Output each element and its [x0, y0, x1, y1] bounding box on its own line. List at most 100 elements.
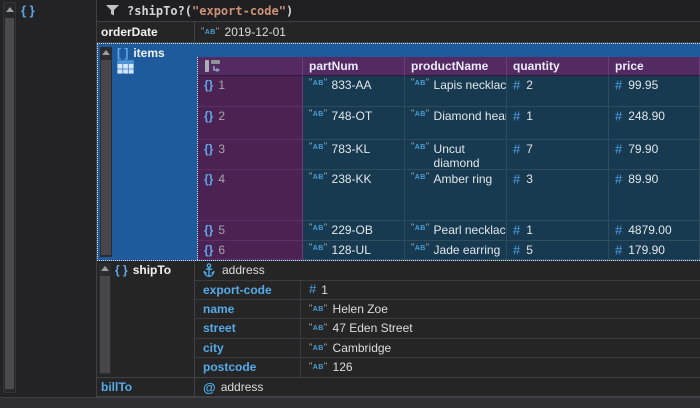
key-cell-billTo[interactable]: billTo [97, 378, 195, 396]
collapse-arrow-icon[interactable] [6, 7, 14, 12]
scrollbar-thumb[interactable] [100, 276, 110, 373]
cell-price[interactable]: #179.90 [609, 241, 700, 260]
field-value[interactable]: AB126 [301, 358, 700, 377]
string-type-icon: AB [411, 222, 430, 232]
number-type-icon: # [513, 142, 520, 157]
filter-bar[interactable]: ?shipTo?("export-code") [97, 0, 700, 22]
column-header-quantity[interactable]: quantity [507, 57, 609, 76]
row-items-selected[interactable]: [ ]items partNum productName qu [97, 43, 700, 261]
collapse-arrow-icon[interactable] [102, 50, 110, 55]
field-value[interactable]: AB47 Eden Street [301, 319, 700, 337]
object-brace-icon: {} [204, 223, 213, 237]
cell-price[interactable]: #99.95 [609, 76, 700, 107]
cell-price[interactable]: #248.90 [609, 107, 700, 140]
collapse-arrow-icon[interactable] [101, 266, 109, 271]
string-type-icon: AB [309, 322, 328, 332]
key-cell-orderDate[interactable]: orderDate [97, 22, 195, 42]
shipTo-collapse-bar[interactable] [99, 263, 111, 375]
cell-quantity[interactable]: #5 [507, 241, 609, 260]
cell-quantity[interactable]: #3 [507, 170, 609, 221]
filter-suffix: ) [286, 4, 293, 18]
filter-string-arg: "export-code" [192, 4, 286, 18]
cell-value: 5 [526, 243, 533, 257]
field-row-city[interactable]: city ABCambridge [195, 339, 700, 358]
field-value[interactable]: ABCambridge [301, 339, 700, 357]
field-key[interactable]: postcode [195, 358, 301, 377]
field-row-postcode[interactable]: postcode AB126 [195, 358, 700, 377]
cell-value: 783-KL [332, 142, 371, 156]
cell-productName[interactable]: ABPearl necklace [405, 221, 507, 241]
object-brace-icon: {} [204, 172, 213, 186]
cell-partNum[interactable]: AB748-OT [303, 107, 405, 140]
field-key[interactable]: name [195, 300, 301, 318]
scrollbar-thumb[interactable] [5, 18, 14, 389]
row-index[interactable]: {}4 [198, 170, 303, 221]
row-index[interactable]: {}1 [198, 76, 303, 107]
column-header-partNum[interactable]: partNum [303, 57, 405, 76]
scrollbar-thumb[interactable] [101, 60, 111, 255]
field-row-street[interactable]: street AB47 Eden Street [195, 319, 700, 338]
column-header-productName[interactable]: productName [405, 57, 507, 76]
key-cell-shipTo[interactable]: { }shipTo [97, 261, 195, 377]
cell-value: 1 [526, 109, 533, 123]
number-type-icon: # [615, 142, 622, 157]
root-collapse-bar[interactable] [3, 2, 16, 393]
horizontal-scrollbar[interactable] [0, 397, 700, 408]
cell-quantity[interactable]: #1 [507, 107, 609, 140]
items-table: partNum productName quantity price {}1 A… [197, 57, 700, 260]
cell-partNum[interactable]: AB128-UL [303, 241, 405, 260]
row-billTo[interactable]: billTo @ address [97, 378, 700, 397]
items-collapse-bar[interactable] [100, 47, 112, 257]
row-orderDate[interactable]: orderDate AB 2019-12-01 [97, 22, 700, 43]
number-type-icon: # [513, 78, 520, 93]
cell-value: 4879.00 [628, 223, 671, 237]
row-index[interactable]: {}2 [198, 107, 303, 140]
reference-at-icon: @ [203, 380, 216, 395]
field-value[interactable]: ABHelen Zoe [301, 300, 700, 318]
object-brace-icon: { } [115, 263, 128, 277]
cell-price[interactable]: #4879.00 [609, 221, 700, 241]
key-label: items [133, 46, 164, 60]
cell-productName[interactable]: ABAmber ring [405, 170, 507, 221]
row-index[interactable]: {}5 [198, 221, 303, 241]
cell-productName[interactable]: ABUncut diamond [405, 140, 507, 170]
value-cell-billTo[interactable]: @ address [195, 378, 700, 396]
row-shipTo[interactable]: { }shipTo address export-cod [97, 261, 700, 378]
cell-price[interactable]: #79.90 [609, 140, 700, 170]
field-row-export-code[interactable]: export-code #1 [195, 281, 700, 300]
column-header-price[interactable]: price [609, 57, 700, 76]
transpose-table-icon [204, 59, 221, 73]
field-row-name[interactable]: name ABHelen Zoe [195, 300, 700, 319]
number-type-icon: # [513, 109, 520, 124]
cell-quantity[interactable]: #1 [507, 221, 609, 241]
cell-value: 2 [526, 78, 533, 92]
field-key[interactable]: city [195, 339, 301, 357]
cell-productName[interactable]: ABLapis necklace [405, 76, 507, 107]
cell-partNum[interactable]: AB833-AA [303, 76, 405, 107]
cell-productName[interactable]: ABJade earring [405, 241, 507, 260]
cell-partNum[interactable]: AB783-KL [303, 140, 405, 170]
string-type-icon: AB [411, 141, 430, 151]
cell-partNum[interactable]: AB238-KK [303, 170, 405, 221]
value-text: Helen Zoe [333, 302, 388, 316]
cell-productName[interactable]: ABDiamond heart [405, 107, 507, 140]
row-index[interactable]: {}3 [198, 140, 303, 170]
field-key[interactable]: street [195, 319, 301, 337]
cell-quantity[interactable]: #2 [507, 76, 609, 107]
cell-partNum[interactable]: AB229-OB [303, 221, 405, 241]
filter-expression: ?shipTo?("export-code") [127, 4, 293, 18]
items-table-corner[interactable] [198, 57, 303, 76]
row-index[interactable]: {}6 [198, 241, 303, 260]
cell-value: 3 [526, 172, 533, 186]
table-view-icon[interactable] [117, 60, 134, 74]
shipTo-type-row[interactable]: address [195, 261, 700, 281]
object-brace-icon: {} [204, 109, 213, 123]
field-value[interactable]: #1 [301, 281, 700, 299]
cell-quantity[interactable]: #7 [507, 140, 609, 170]
cell-price[interactable]: #89.90 [609, 170, 700, 221]
number-type-icon: # [615, 172, 622, 187]
number-type-icon: # [615, 109, 622, 124]
cell-value: Amber ring [434, 172, 493, 186]
field-key[interactable]: export-code [195, 281, 301, 299]
value-cell-orderDate[interactable]: AB 2019-12-01 [195, 22, 700, 42]
